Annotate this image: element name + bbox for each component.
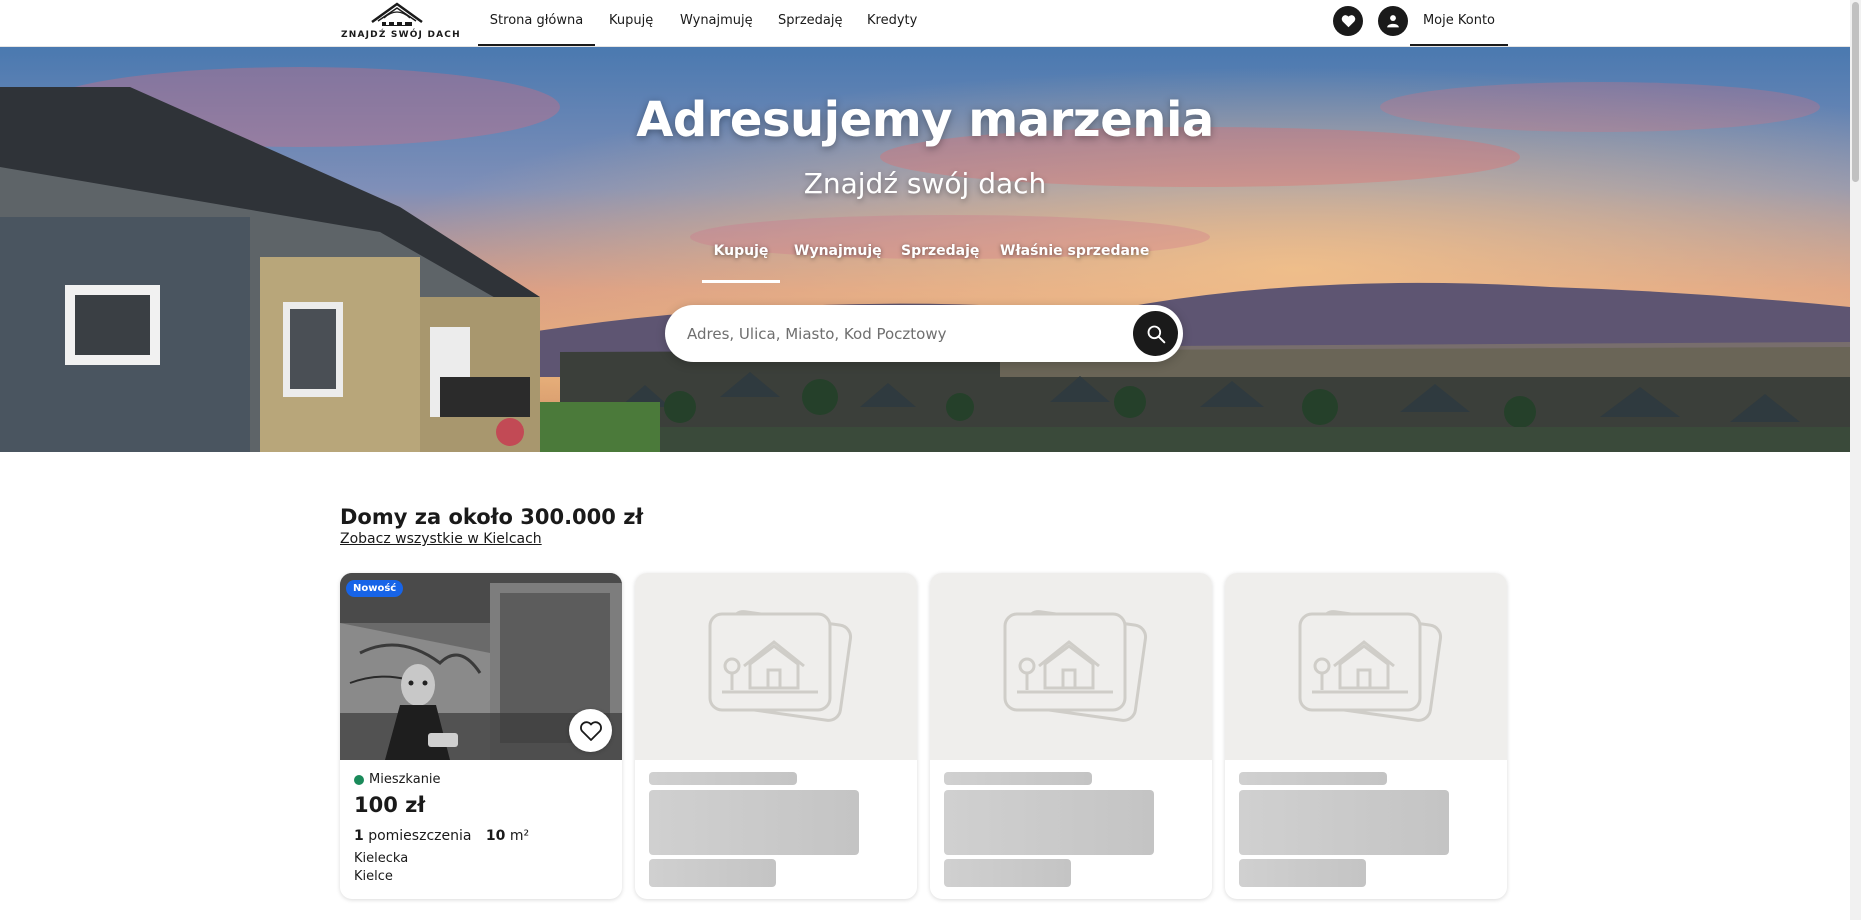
user-button[interactable] [1378, 6, 1408, 36]
skeleton-line [649, 859, 776, 887]
skeleton-block [1239, 790, 1449, 855]
area-value: 10 [485, 828, 506, 844]
search-button[interactable] [1133, 311, 1178, 356]
listing-card[interactable]: Nowość Mieszkanie 100 zł 1 pomieszczenia… [340, 573, 622, 899]
logo-text: ZNAJDŹ SWÓJ DACH [341, 30, 461, 40]
house-roof-logo-icon [371, 2, 423, 26]
page-scrollbar[interactable] [1850, 0, 1861, 920]
heart-outline-icon [579, 720, 602, 741]
area-unit: m² [509, 828, 530, 844]
photo-placeholder [635, 573, 917, 760]
skeleton-line [1239, 859, 1366, 887]
new-badge: Nowość [346, 580, 404, 597]
listing-facts: 1 pomieszczenia 10 m² [354, 828, 529, 844]
listing-city: Kielce [354, 869, 393, 884]
listing-card-placeholder [1225, 573, 1507, 899]
user-icon [1387, 15, 1399, 28]
photo-placeholder-icon [708, 609, 853, 722]
listing-card-placeholder [930, 573, 1212, 899]
tab-just-sold[interactable]: Właśnie sprzedane [1000, 243, 1149, 283]
property-type: Mieszkanie [354, 772, 441, 787]
nav-item-buy[interactable]: Kupuję [609, 0, 653, 46]
property-type-label: Mieszkanie [369, 772, 441, 787]
nav-item-home[interactable]: Strona główna [478, 0, 595, 46]
listing-photo: Nowość [340, 573, 622, 760]
listing-price: 100 zł [354, 793, 426, 817]
skeleton-block [944, 790, 1154, 855]
skeleton-line [944, 859, 1071, 887]
listing-card-placeholder [635, 573, 917, 899]
listing-street: Kielecka [354, 851, 409, 866]
search-icon [1147, 325, 1165, 343]
site-logo[interactable]: ZNAJDŹ SWÓJ DACH [338, 2, 460, 42]
heart-icon [1341, 15, 1355, 28]
skeleton-line [649, 772, 797, 785]
tab-sell[interactable]: Sprzedaję [901, 243, 979, 283]
scrollbar-thumb[interactable] [1852, 2, 1859, 182]
skeleton-block [649, 790, 859, 855]
nav-item-sell[interactable]: Sprzedaję [778, 0, 843, 46]
search-input[interactable] [687, 305, 1107, 362]
see-all-link[interactable]: Zobacz wszystkie w Kielcach [340, 531, 542, 547]
photo-placeholder [930, 573, 1212, 760]
photo-placeholder [1225, 573, 1507, 760]
hero-subtitle: Znajdź swój dach [803, 167, 1047, 200]
rooms-count: 1 [354, 828, 364, 844]
skeleton-line [944, 772, 1092, 785]
favorites-button[interactable] [1333, 6, 1363, 36]
status-dot [354, 774, 364, 785]
tab-rent[interactable]: Wynajmuję [794, 243, 882, 283]
top-header: ZNAJDŹ SWÓJ DACH Strona główna Kupuję Wy… [0, 0, 1850, 47]
photo-placeholder-icon [1003, 609, 1148, 722]
nav-item-loans[interactable]: Kredyty [867, 0, 917, 46]
favorite-toggle-button[interactable] [569, 709, 612, 752]
hero-banner: Adresujemy marzenia Znajdź swój dach Kup… [0, 47, 1850, 452]
skeleton-line [1239, 772, 1387, 785]
rooms-label: pomieszczenia [368, 828, 472, 844]
section-title: Domy za około 300.000 zł [340, 505, 644, 529]
search-bar [665, 305, 1183, 362]
hero-title: Adresujemy marzenia [636, 92, 1214, 148]
photo-placeholder-icon [1298, 609, 1443, 722]
nav-item-rent[interactable]: Wynajmuję [680, 0, 753, 46]
tab-buy[interactable]: Kupuję [702, 243, 780, 283]
my-account-link[interactable]: Moje Konto [1410, 0, 1508, 46]
